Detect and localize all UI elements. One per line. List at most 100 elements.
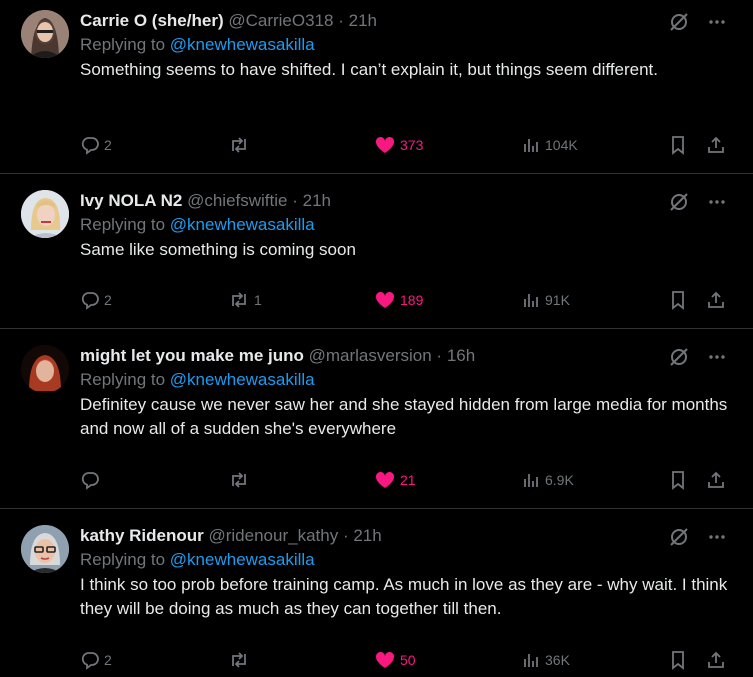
tweet-text: Something seems to have shifted. I can’t… [80, 60, 659, 79]
replying-to: Replying to @knewhewasakilla [80, 213, 733, 237]
grok-icon[interactable] [669, 12, 689, 32]
mention-link[interactable]: @knewhewasakilla [170, 215, 315, 234]
grok-icon[interactable] [669, 527, 689, 547]
avatar[interactable] [21, 190, 69, 238]
like-button[interactable]: 50 [374, 650, 416, 670]
tweet[interactable]: kathy Ridenour @ridenour_kathy · 21h Rep… [0, 509, 753, 677]
tweet-top-icons [669, 527, 727, 547]
reply-count: 2 [104, 137, 112, 153]
timestamp[interactable]: 21h [353, 526, 381, 545]
tweet-header: Carrie O (she/her) @CarrieO318 · 21h [80, 10, 733, 32]
reply-icon [80, 290, 100, 310]
tweet-text: Definitey cause we never saw her and she… [80, 395, 728, 438]
action-bar: 2 1 189 91K [80, 289, 729, 311]
display-name[interactable]: Carrie O (she/her) [80, 11, 224, 30]
share-button[interactable] [706, 470, 726, 490]
replying-to-label: Replying to [80, 215, 166, 234]
grok-icon[interactable] [669, 347, 689, 367]
tweet-top-icons [669, 192, 727, 212]
views-count: 6.9K [545, 472, 574, 488]
mention-link[interactable]: @knewhewasakilla [170, 370, 315, 389]
retweet-button[interactable] [228, 470, 254, 490]
retweet-icon [228, 650, 250, 670]
views-button[interactable]: 104K [521, 135, 578, 155]
reply-button[interactable]: 2 [80, 650, 112, 670]
views-button[interactable]: 91K [521, 290, 570, 310]
tweet[interactable]: might let you make me juno @marlasversio… [0, 329, 753, 509]
replying-to: Replying to @knewhewasakilla [80, 548, 733, 572]
retweet-button[interactable]: 1 [228, 290, 262, 310]
mention-link[interactable]: @knewhewasakilla [170, 550, 315, 569]
user-handle[interactable]: @ridenour_kathy [208, 526, 338, 545]
replying-to-label: Replying to [80, 35, 166, 54]
like-count: 50 [400, 652, 416, 668]
reply-button[interactable]: 2 [80, 290, 112, 310]
timestamp[interactable]: 16h [447, 346, 475, 365]
like-button[interactable]: 373 [374, 135, 423, 155]
user-handle[interactable]: @chiefswiftie [187, 191, 287, 210]
bookmark-icon [668, 290, 688, 310]
reply-button[interactable] [80, 470, 104, 490]
heart-icon [374, 650, 396, 670]
like-button[interactable]: 189 [374, 290, 423, 310]
views-icon [521, 135, 541, 155]
tweet[interactable]: Ivy NOLA N2 @chiefswiftie · 21h Replying… [0, 174, 753, 329]
retweet-icon [228, 290, 250, 310]
bookmark-button[interactable] [668, 470, 688, 490]
tweet[interactable]: Carrie O (she/her) @CarrieO318 · 21h Rep… [0, 0, 753, 174]
retweet-icon [228, 470, 250, 490]
avatar[interactable] [21, 525, 69, 573]
more-icon[interactable] [707, 192, 727, 212]
share-button[interactable] [706, 650, 726, 670]
tweet-text: Same like something is coming soon [80, 240, 356, 259]
views-count: 104K [545, 137, 578, 153]
timestamp[interactable]: 21h [349, 11, 377, 30]
more-icon[interactable] [707, 12, 727, 32]
mention-link[interactable]: @knewhewasakilla [170, 35, 315, 54]
bookmark-button[interactable] [668, 650, 688, 670]
more-icon[interactable] [707, 347, 727, 367]
user-handle[interactable]: @marlasversion [309, 346, 432, 365]
views-button[interactable]: 36K [521, 650, 570, 670]
like-button[interactable]: 21 [374, 470, 416, 490]
user-handle[interactable]: @CarrieO318 [228, 11, 333, 30]
share-button[interactable] [706, 135, 726, 155]
heart-icon [374, 135, 396, 155]
tweet-top-icons [669, 12, 727, 32]
share-icon [706, 135, 726, 155]
retweet-button[interactable] [228, 135, 254, 155]
separator-dot: · [338, 11, 344, 30]
share-icon [706, 650, 726, 670]
views-button[interactable]: 6.9K [521, 470, 574, 490]
retweet-icon [228, 135, 250, 155]
timestamp[interactable]: 21h [303, 191, 331, 210]
separator-dot: · [342, 526, 349, 545]
separator-dot: · [436, 346, 443, 365]
retweet-button[interactable] [228, 650, 254, 670]
heart-icon [374, 470, 396, 490]
replying-to: Replying to @knewhewasakilla [80, 368, 733, 392]
reply-icon [80, 650, 100, 670]
avatar[interactable] [21, 345, 69, 393]
like-count: 21 [400, 472, 416, 488]
bookmark-button[interactable] [668, 135, 688, 155]
grok-icon[interactable] [669, 192, 689, 212]
display-name[interactable]: kathy Ridenour [80, 526, 204, 545]
action-bar: 21 6.9K [80, 469, 729, 491]
reply-button[interactable]: 2 [80, 135, 112, 155]
share-button[interactable] [706, 290, 726, 310]
more-icon[interactable] [707, 527, 727, 547]
bookmark-button[interactable] [668, 290, 688, 310]
share-icon [706, 290, 726, 310]
reply-count: 2 [104, 652, 112, 668]
display-name[interactable]: Ivy NOLA N2 [80, 191, 182, 210]
action-bar: 2 373 104K [80, 134, 729, 156]
like-count: 373 [400, 137, 424, 153]
views-icon [521, 470, 541, 490]
display-name[interactable]: might let you make me juno [80, 346, 304, 365]
retweet-count: 1 [254, 292, 262, 308]
heart-icon [374, 290, 396, 310]
avatar[interactable] [21, 10, 69, 58]
tweet-text: I think so too prob before training camp… [80, 575, 728, 618]
reply-icon [80, 135, 100, 155]
